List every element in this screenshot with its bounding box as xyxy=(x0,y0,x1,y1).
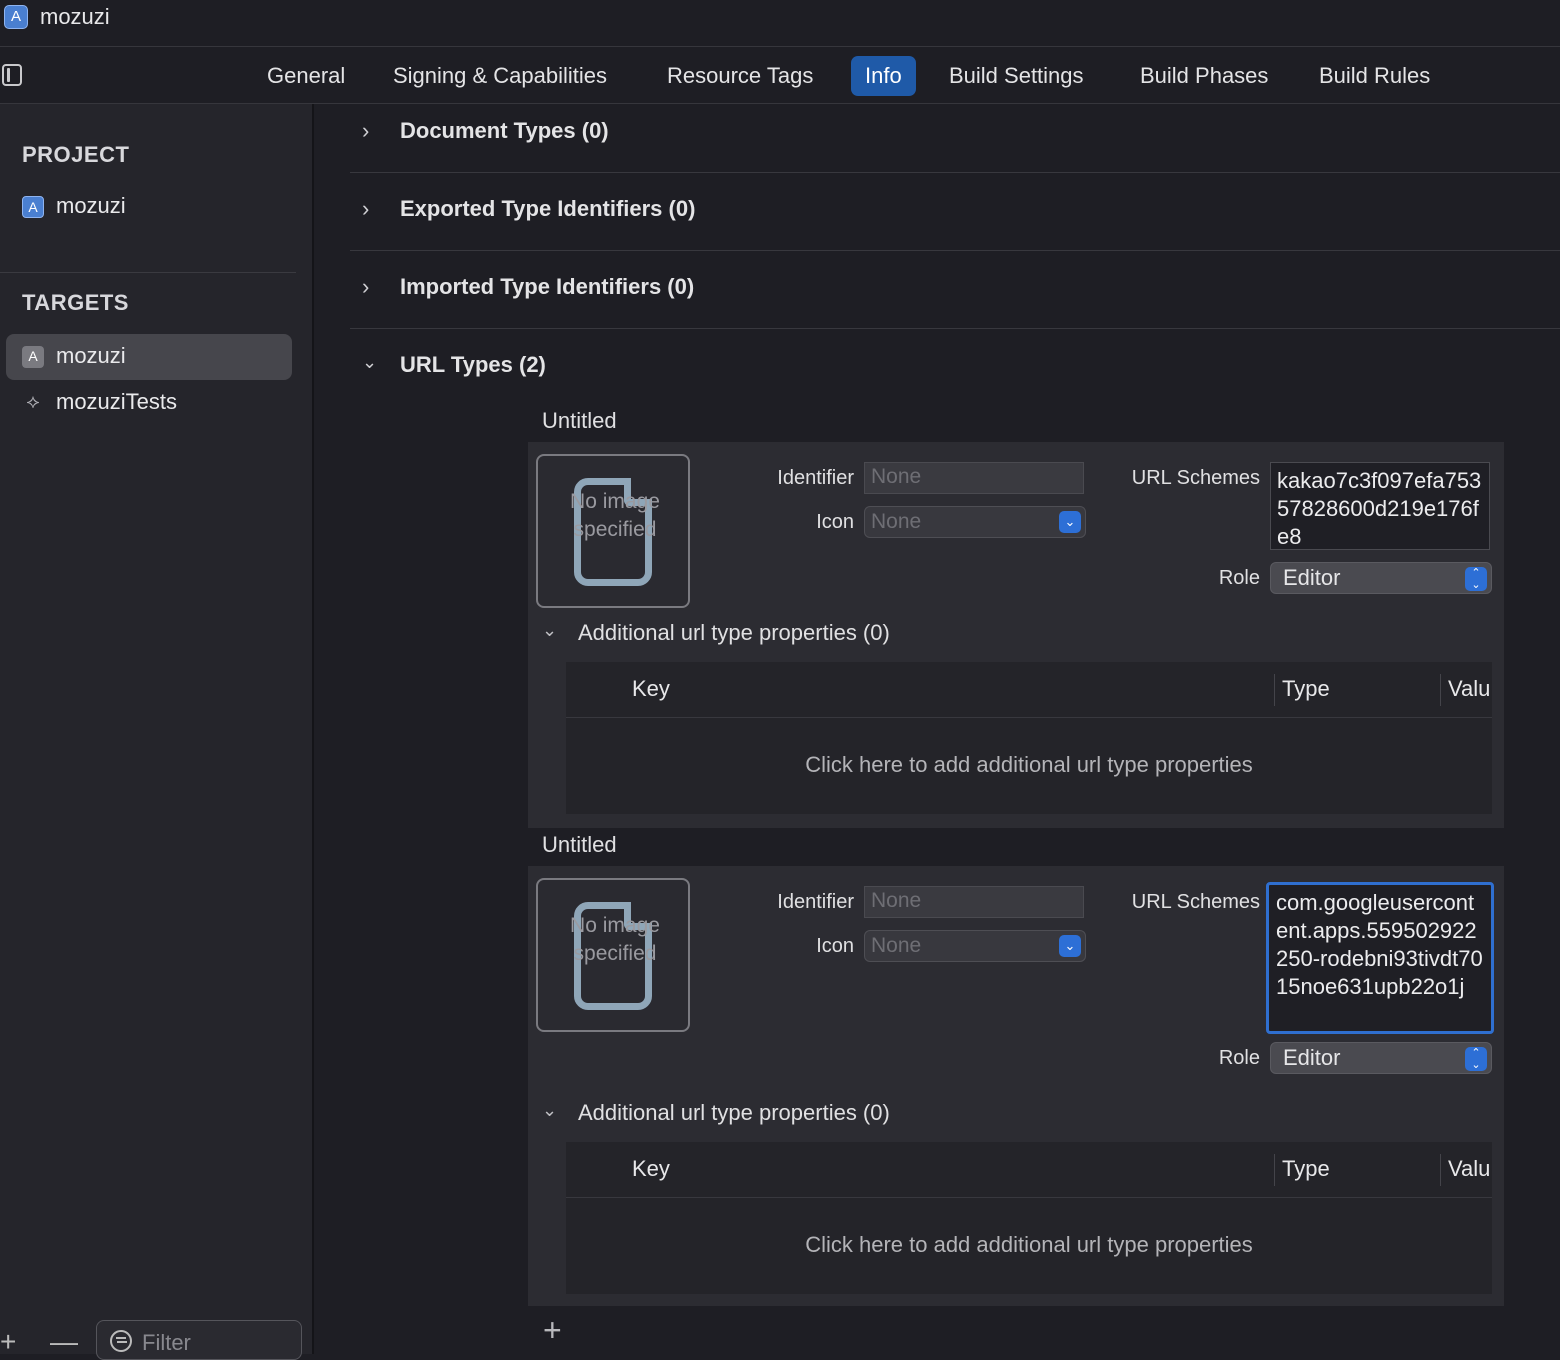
column-type[interactable]: Type xyxy=(1282,1156,1330,1182)
section-imported-type-identifiers[interactable]: › Imported Type Identifiers (0) xyxy=(350,250,1560,329)
section-title: URL Types (2) xyxy=(400,352,546,377)
chevron-right-icon[interactable]: › xyxy=(362,274,369,300)
sidebar-item-target-mozuzi[interactable]: A mozuzi xyxy=(6,334,292,380)
app-icon: A xyxy=(4,5,28,29)
tab-build-rules[interactable]: Build Rules xyxy=(1305,56,1444,96)
icon-popup[interactable]: None ⌄ xyxy=(864,930,1086,962)
chevron-down-icon: ⌄ xyxy=(1059,511,1081,533)
chevron-up-down-icon: ⌃ ⌄ xyxy=(1465,1047,1487,1071)
identifier-field[interactable]: None xyxy=(864,462,1084,494)
add-properties-prompt[interactable]: Click here to add additional url type pr… xyxy=(566,1232,1492,1258)
url-schemes-label: URL Schemes xyxy=(1131,467,1260,489)
role-popup-value: Editor xyxy=(1283,565,1341,590)
column-key[interactable]: Key xyxy=(632,1156,670,1182)
sidebar-item-label: mozuzi xyxy=(56,343,126,368)
icon-popup-value: None xyxy=(871,934,922,957)
sidebar-item-project-mozuzi[interactable]: A mozuzi xyxy=(6,184,292,230)
identifier-label: Identifier xyxy=(777,467,854,489)
role-label: Role xyxy=(1218,1047,1260,1069)
app-icon: A xyxy=(22,196,44,218)
targets-header: TARGETS xyxy=(22,290,129,315)
add-target-button[interactable]: + xyxy=(0,1326,16,1358)
column-value[interactable]: Valu xyxy=(1448,676,1490,702)
column-value[interactable]: Valu xyxy=(1448,1156,1490,1182)
role-label: Role xyxy=(1218,567,1260,589)
section-title: Document Types (0) xyxy=(400,118,609,143)
chevron-down-icon[interactable]: ⌄ xyxy=(542,620,557,641)
section-title: Imported Type Identifiers (0) xyxy=(400,274,695,299)
url-schemes-field[interactable]: kakao7c3f097efa75357828600d219e176fe8 xyxy=(1270,462,1490,550)
tab-resource-tags[interactable]: Resource Tags xyxy=(653,56,827,96)
filter-icon xyxy=(110,1330,132,1352)
project-navigator: PROJECT A mozuzi TARGETS A mozuzi ⟡ mozu… xyxy=(0,104,314,1354)
tab-general[interactable]: General xyxy=(253,56,359,96)
icon-label: Icon xyxy=(816,935,854,957)
column-key[interactable]: Key xyxy=(632,676,670,702)
chevron-down-icon[interactable]: ⌄ xyxy=(542,1100,557,1121)
sidebar-item-target-mozuzitests[interactable]: ⟡ mozuziTests xyxy=(6,380,292,426)
table-header: Key Type Valu xyxy=(566,662,1492,718)
sidebar-item-label: mozuzi xyxy=(56,193,126,218)
tab-build-settings[interactable]: Build Settings xyxy=(935,56,1098,96)
add-properties-prompt[interactable]: Click here to add additional url type pr… xyxy=(566,752,1492,778)
identifier-label: Identifier xyxy=(777,891,854,913)
column-divider xyxy=(1440,1154,1441,1186)
url-type-name: Untitled xyxy=(542,408,617,433)
chevron-down-icon: ⌄ xyxy=(1059,935,1081,957)
additional-properties-title: Additional url type properties (0) xyxy=(578,620,890,645)
column-type[interactable]: Type xyxy=(1282,676,1330,702)
no-image-label: No image specified xyxy=(570,914,660,965)
section-document-types[interactable]: › Document Types (0) xyxy=(350,94,1560,173)
identifier-field[interactable]: None xyxy=(864,886,1084,918)
additional-properties-title: Additional url type properties (0) xyxy=(578,1100,890,1125)
url-type-image-well[interactable]: No image specified xyxy=(536,454,690,608)
icon-popup-value: None xyxy=(871,510,922,533)
tab-build-phases[interactable]: Build Phases xyxy=(1126,56,1282,96)
url-type-card: No image specified Identifier None Icon … xyxy=(528,866,1504,1306)
project-header: PROJECT xyxy=(22,142,130,167)
additional-properties-table: Key Type Valu Click here to add addition… xyxy=(566,1142,1492,1294)
url-schemes-field[interactable]: com.googleusercontent.apps.559502922250-… xyxy=(1266,882,1494,1034)
url-type-name: Untitled xyxy=(542,832,617,857)
no-image-label: No image specified xyxy=(570,490,660,541)
sidebar-item-label: mozuziTests xyxy=(56,389,178,414)
url-type-card: No image specified Identifier None Icon … xyxy=(528,442,1504,828)
chevron-down-icon[interactable]: ⌄ xyxy=(362,352,377,373)
tab-info[interactable]: Info xyxy=(851,56,916,96)
chevron-right-icon[interactable]: › xyxy=(362,118,369,144)
section-exported-type-identifiers[interactable]: › Exported Type Identifiers (0) xyxy=(350,172,1560,251)
app-icon: A xyxy=(22,346,44,368)
column-divider xyxy=(1440,674,1441,706)
title-bar xyxy=(0,0,1560,47)
table-header: Key Type Valu xyxy=(566,1142,1492,1198)
chevron-up-down-icon: ⌃ ⌄ xyxy=(1465,567,1487,591)
sidebar-divider xyxy=(0,272,296,273)
window-title: mozuzi xyxy=(40,4,110,29)
test-bundle-icon: ⟡ xyxy=(26,391,40,413)
section-title: Exported Type Identifiers (0) xyxy=(400,196,696,221)
sidebar-toggle-icon[interactable] xyxy=(2,64,22,86)
remove-target-button[interactable]: — xyxy=(50,1326,78,1358)
role-popup[interactable]: Editor ⌃ ⌄ xyxy=(1270,562,1492,594)
chevron-right-icon[interactable]: › xyxy=(362,196,369,222)
column-divider xyxy=(1274,674,1275,706)
role-popup[interactable]: Editor ⌃ ⌄ xyxy=(1270,1042,1492,1074)
column-divider xyxy=(1274,1154,1275,1186)
tab-signing-capabilities[interactable]: Signing & Capabilities xyxy=(379,56,621,96)
url-schemes-label: URL Schemes xyxy=(1131,891,1260,913)
section-url-types[interactable]: ⌄ URL Types (2) xyxy=(350,340,1560,390)
add-url-type-button[interactable]: + xyxy=(543,1312,562,1349)
icon-popup[interactable]: None ⌄ xyxy=(864,506,1086,538)
additional-properties-table: Key Type Valu Click here to add addition… xyxy=(566,662,1492,814)
url-type-image-well[interactable]: No image specified xyxy=(536,878,690,1032)
role-popup-value: Editor xyxy=(1283,1045,1341,1070)
icon-label: Icon xyxy=(816,511,854,533)
